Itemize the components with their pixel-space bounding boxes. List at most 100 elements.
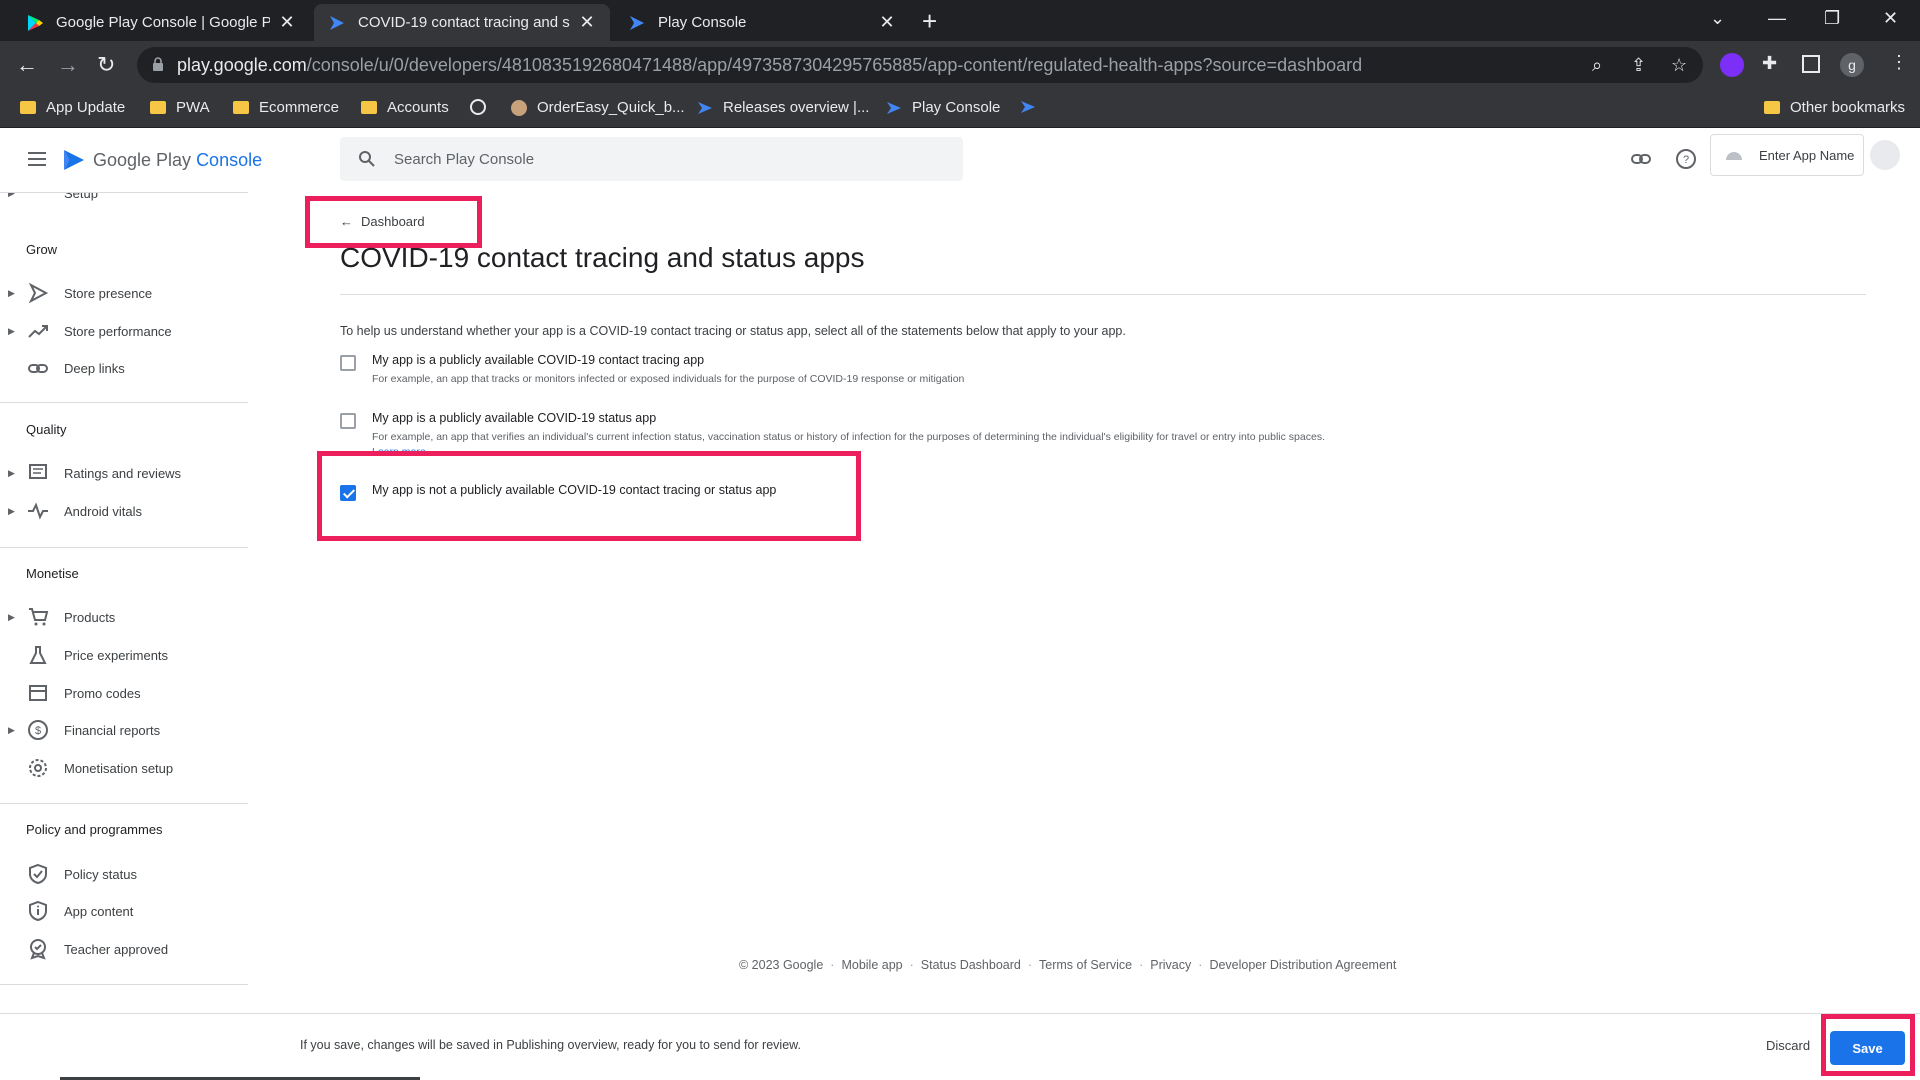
bookmark-pwa[interactable]: PWA: [150, 99, 210, 116]
window-close-icon[interactable]: ✕: [1883, 8, 1898, 29]
footer-link-dda[interactable]: Developer Distribution Agreement: [1209, 958, 1396, 972]
expand-arrow-icon: ▶: [8, 287, 15, 298]
new-tab-icon[interactable]: +: [922, 8, 937, 34]
browser-tab-play-console[interactable]: Play Console ✕: [614, 4, 910, 41]
browser-tab-covid[interactable]: COVID-19 contact tracing and sta ✕: [314, 4, 610, 41]
app-picker[interactable]: Enter App Name: [1710, 134, 1864, 176]
menu-kebab-icon[interactable]: ⋮: [1890, 52, 1908, 73]
play-outline-icon: [28, 282, 49, 304]
other-bookmarks[interactable]: Other bookmarks: [1764, 99, 1905, 116]
share-icon[interactable]: ⇪: [1631, 55, 1646, 76]
expand-arrow-icon: ▶: [8, 325, 15, 336]
bookmark-play-console[interactable]: Play Console: [886, 99, 1000, 116]
browser-tab-google-play-console[interactable]: Google Play Console | Google Pl ✕: [12, 4, 310, 41]
sidebar-item-label: Products: [64, 609, 116, 625]
discard-button[interactable]: Discard: [1766, 1038, 1810, 1053]
forward-icon[interactable]: →: [57, 52, 79, 78]
expand-arrow-icon: ▶: [8, 611, 15, 622]
folder-icon: [150, 101, 166, 114]
bookmark-releases-overview[interactable]: Releases overview |...: [697, 99, 869, 116]
tab-close-icon[interactable]: ✕: [578, 12, 596, 33]
footer-link-status-dashboard[interactable]: Status Dashboard: [921, 958, 1021, 972]
bookmark-star-icon[interactable]: ☆: [1671, 55, 1687, 76]
settings-icon: [27, 192, 49, 204]
sidebar-item-products[interactable]: ▶ Products: [0, 602, 248, 632]
footer-link-mobile-app[interactable]: Mobile app: [841, 958, 902, 972]
bookmark-label: Accounts: [387, 99, 449, 116]
checkbox-status-app[interactable]: [340, 413, 356, 429]
sidebar-item-app-content[interactable]: App content: [0, 896, 248, 926]
bookmark-globe[interactable]: [470, 99, 496, 115]
option-contact-tracing[interactable]: My app is a publicly available COVID-19 …: [340, 353, 964, 385]
option-label: My app is a publicly available COVID-19 …: [372, 411, 657, 425]
intro-text: To help us understand whether your app i…: [340, 324, 1126, 338]
shield-info-icon: [29, 900, 47, 922]
back-icon[interactable]: ←: [16, 52, 38, 78]
link-icon[interactable]: [1630, 148, 1652, 170]
option-help: For example, an app that tracks or monit…: [372, 373, 965, 385]
play-console-icon: [1021, 101, 1035, 113]
play-console-icon: [887, 101, 901, 114]
tab-close-icon[interactable]: ✕: [878, 12, 896, 33]
sidebar-divider: [0, 984, 248, 985]
side-panel-icon[interactable]: [1802, 55, 1820, 73]
bookmark-ordereasy[interactable]: OrderEasy_Quick_b...: [511, 99, 685, 116]
footer-separator: ·: [1027, 958, 1033, 972]
footer-separator: ·: [1198, 958, 1203, 972]
footer-separator: ·: [830, 958, 835, 972]
sidebar-item-promo-codes[interactable]: Promo codes: [0, 678, 248, 708]
sidebar-item-setup[interactable]: ▶ Setup: [0, 192, 248, 208]
tab-title: Google Play Console | Google Pl: [56, 14, 270, 31]
sidebar-divider: [0, 547, 248, 548]
sidebar-item-android-vitals[interactable]: ▶ Android vitals: [0, 496, 248, 526]
annotation-highlight-back: [305, 196, 482, 248]
sidebar-item-price-experiments[interactable]: Price experiments: [0, 640, 248, 670]
sidebar-item-store-presence[interactable]: ▶ Store presence: [0, 278, 248, 308]
sidebar-item-financial-reports[interactable]: ▶ $ Financial reports: [0, 715, 248, 745]
trending-up-icon: [28, 325, 48, 338]
minimize-icon[interactable]: —: [1768, 8, 1786, 29]
sidebar-item-ratings-reviews[interactable]: ▶ Ratings and reviews: [0, 458, 248, 488]
restore-icon[interactable]: ❐: [1824, 8, 1840, 29]
search-input[interactable]: Search Play Console: [340, 137, 963, 181]
tab-search-chevron-icon[interactable]: ⌄: [1710, 8, 1725, 29]
sidebar-item-teacher-approved[interactable]: Teacher approved: [0, 934, 248, 964]
option-status-app[interactable]: My app is a publicly available COVID-19 …: [340, 411, 1325, 452]
logo-console-text: Console: [196, 149, 263, 170]
option-label: My app is a publicly available COVID-19 …: [372, 353, 705, 367]
address-bar[interactable]: play.google.com/console/u/0/developers/4…: [137, 47, 1703, 83]
folder-icon: [20, 101, 36, 114]
tab-title: Play Console: [658, 14, 747, 31]
play-console-icon: [630, 15, 644, 30]
bookmark-play-console-2[interactable]: [1020, 99, 1046, 115]
sidebar-divider: [0, 402, 248, 403]
sidebar-item-deep-links[interactable]: Deep links: [0, 353, 248, 383]
bookmark-accounts[interactable]: Accounts: [361, 99, 449, 116]
play-console-logo[interactable]: Google Play Console: [62, 148, 262, 172]
tab-title: COVID-19 contact tracing and sta: [358, 14, 570, 31]
footer-link-privacy[interactable]: Privacy: [1150, 958, 1191, 972]
sidebar-item-monetisation-setup[interactable]: Monetisation setup: [0, 753, 248, 783]
bookmark-app-update[interactable]: App Update: [20, 99, 125, 116]
extension-icon[interactable]: [1720, 53, 1744, 77]
sidebar-item-store-performance[interactable]: ▶ Store performance: [0, 316, 248, 346]
tab-close-icon[interactable]: ✕: [278, 12, 296, 33]
shield-check-icon: [29, 863, 47, 885]
reload-icon[interactable]: ↻: [97, 52, 115, 78]
puzzle-icon[interactable]: ✚: [1762, 53, 1777, 74]
cart-icon: [29, 608, 49, 626]
bookmark-ecommerce[interactable]: Ecommerce: [233, 99, 339, 116]
hamburger-menu-icon[interactable]: [28, 152, 46, 166]
sidebar-item-policy-status[interactable]: Policy status: [0, 859, 248, 889]
sidebar-item-label: Price experiments: [64, 647, 169, 663]
checkbox-contact-tracing[interactable]: [340, 355, 356, 371]
save-bar-message: If you save, changes will be saved in Pu…: [300, 1038, 801, 1052]
help-icon[interactable]: ?: [1675, 148, 1697, 170]
profile-avatar[interactable]: g: [1840, 53, 1864, 77]
account-avatar[interactable]: [1870, 140, 1900, 170]
sidebar-section-grow: Grow: [26, 242, 58, 257]
sidebar-item-label: Store performance: [64, 323, 172, 339]
footer-link-terms[interactable]: Terms of Service: [1039, 958, 1132, 972]
zoom-icon[interactable]: ⌕: [1592, 55, 1602, 76]
sidebar-section-monetise: Monetise: [26, 566, 79, 581]
